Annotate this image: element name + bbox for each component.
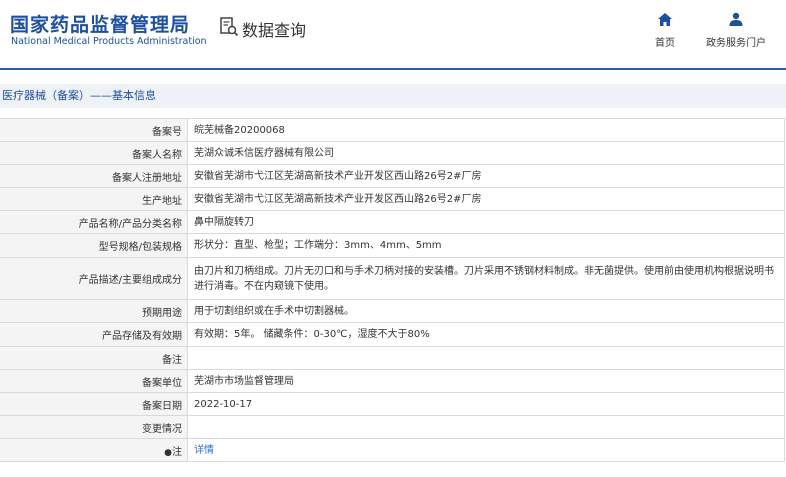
row-label: 变更情况 xyxy=(0,415,188,439)
row-label: 生产地址 xyxy=(0,187,188,211)
row-value xyxy=(187,415,785,439)
table-row: 备注 xyxy=(0,346,785,370)
row-label: 备案单位 xyxy=(0,369,188,393)
table-row: 生产地址 安徽省芜湖市弋江区芜湖高新技术产业开发区西山路26号2#厂房 xyxy=(0,187,785,211)
table-row: 变更情况 xyxy=(0,415,785,439)
header-divider xyxy=(0,68,786,70)
row-label: 预期用途 xyxy=(0,299,188,323)
info-icon: ● xyxy=(164,447,172,458)
table-row: 产品名称/产品分类名称 鼻中隔旋转刀 xyxy=(0,210,785,234)
record-info-table: 备案号 皖芜械备20200068 备案人名称 芜湖众诚禾信医疗器械有限公司 备案… xyxy=(0,118,785,462)
row-value: 鼻中隔旋转刀 xyxy=(187,210,785,234)
row-label: 产品存储及有效期 xyxy=(0,322,188,347)
row-label: 备案号 xyxy=(0,118,188,142)
user-icon xyxy=(728,12,744,31)
row-value: 由刀片和刀柄组成。刀片无刃口和与手术刀柄对接的安装槽。刀片采用不锈钢材料制成。非… xyxy=(187,257,785,300)
row-value xyxy=(187,346,785,370)
nav-home[interactable]: 首页 xyxy=(655,12,675,49)
row-label: 备案人名称 xyxy=(0,141,188,165)
table-row: 产品存储及有效期 有效期：5年。 储藏条件：0-30℃，湿度不大于80% xyxy=(0,322,785,347)
table-row: 备案人注册地址 安徽省芜湖市弋江区芜湖高新技术产业开发区西山路26号2#厂房 xyxy=(0,164,785,188)
logo-title-en[interactable]: National Medical Products Administration xyxy=(11,36,207,47)
table-row: 备案日期 2022-10-17 xyxy=(0,392,785,416)
logo-title-cn[interactable]: 国家药品监督管理局 xyxy=(10,10,190,37)
home-icon xyxy=(657,12,673,31)
document-search-icon xyxy=(219,16,239,42)
row-value: 皖芜械备20200068 xyxy=(187,118,785,142)
data-query-label: 数据查询 xyxy=(242,21,307,40)
table-row: 预期用途 用于切割组织或在手术中切割器械。 xyxy=(0,299,785,323)
row-value: 用于切割组织或在手术中切割器械。 xyxy=(187,299,785,323)
nav-gov-services[interactable]: 政务服务门户 xyxy=(706,12,766,49)
row-label: 备案日期 xyxy=(0,392,188,416)
row-value: 详情 xyxy=(187,438,785,462)
row-label: 备注 xyxy=(0,346,188,370)
breadcrumb: 医疗器械（备案）——基本信息 xyxy=(0,84,786,108)
nav-home-label: 首页 xyxy=(655,38,675,49)
row-label-note: ●注 xyxy=(0,438,188,462)
site-header: 国家药品监督管理局 National Medical Products Admi… xyxy=(0,0,786,66)
data-query-link[interactable]: 数据查询 xyxy=(219,16,306,42)
row-value: 安徽省芜湖市弋江区芜湖高新技术产业开发区西山路26号2#厂房 xyxy=(187,187,785,211)
row-label: 型号规格/包装规格 xyxy=(0,233,188,258)
table-row: 型号规格/包装规格 形状分：直型、枪型；工作端分：3mm、4mm、5mm xyxy=(0,233,785,258)
table-row: 产品描述/主要组成成分 由刀片和刀柄组成。刀片无刃口和与手术刀柄对接的安装槽。刀… xyxy=(0,257,785,300)
nav-gov-services-label: 政务服务门户 xyxy=(706,38,766,49)
table-row: ●注 详情 xyxy=(0,438,785,462)
row-value: 芜湖众诚禾信医疗器械有限公司 xyxy=(187,141,785,165)
note-label: 注 xyxy=(172,446,182,458)
row-value: 安徽省芜湖市弋江区芜湖高新技术产业开发区西山路26号2#厂房 xyxy=(187,164,785,188)
details-link[interactable]: 详情 xyxy=(194,445,214,456)
row-value: 形状分：直型、枪型；工作端分：3mm、4mm、5mm xyxy=(187,233,785,258)
table-row: 备案号 皖芜械备20200068 xyxy=(0,118,785,142)
row-label: 备案人注册地址 xyxy=(0,164,188,188)
row-value: 芜湖市市场监督管理局 xyxy=(187,369,785,393)
row-label: 产品描述/主要组成成分 xyxy=(0,257,188,300)
row-value: 有效期：5年。 储藏条件：0-30℃，湿度不大于80% xyxy=(187,322,785,347)
table-row: 备案单位 芜湖市市场监督管理局 xyxy=(0,369,785,393)
row-label: 产品名称/产品分类名称 xyxy=(0,210,188,234)
table-row: 备案人名称 芜湖众诚禾信医疗器械有限公司 xyxy=(0,141,785,165)
row-value: 2022-10-17 xyxy=(187,392,785,416)
